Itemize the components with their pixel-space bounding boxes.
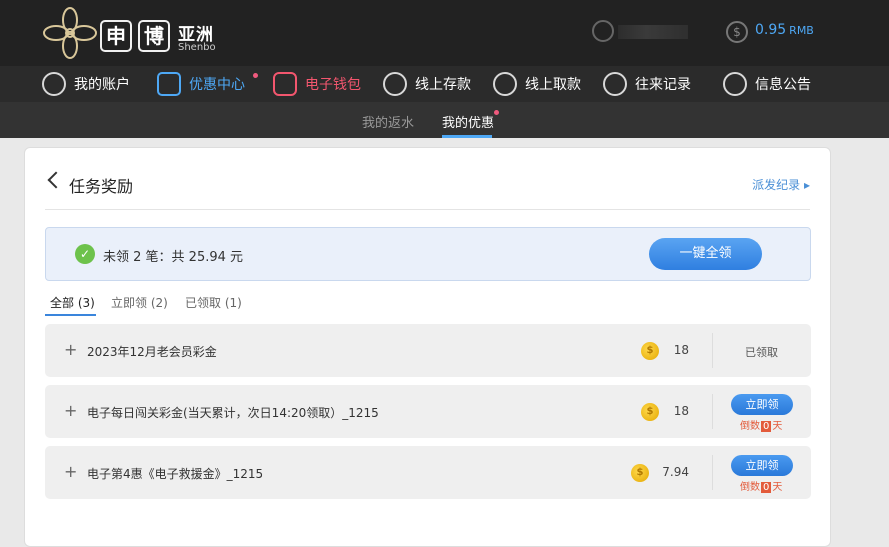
reward-amount: 18 bbox=[673, 343, 689, 357]
records-icon bbox=[603, 72, 627, 96]
divider bbox=[45, 209, 810, 210]
history-link[interactable]: 派发纪录 ▸ bbox=[752, 176, 810, 193]
user-account[interactable] bbox=[592, 20, 692, 44]
top-bar: 申 博 亚洲 Shenbo $ 0.95 RMB bbox=[0, 0, 889, 66]
reward-name: 2023年12月老会员彩金 bbox=[87, 345, 217, 359]
tab-claimable[interactable]: 立即领 (2) bbox=[111, 294, 168, 311]
user-icon bbox=[42, 72, 66, 96]
summary-banner: ✓ 未领 2 笔：共 25.94 元 一键全领 bbox=[45, 227, 811, 281]
tab-rebate[interactable]: 我的返水 bbox=[362, 112, 414, 131]
tab-all[interactable]: 全部 (3) bbox=[50, 294, 95, 311]
notification-dot bbox=[253, 73, 258, 78]
logo-char-1: 申 bbox=[100, 20, 132, 52]
list-item: + 电子第4惠《电子救援金》_1215 $ 7.94 立即领 倒数 0 天 bbox=[45, 446, 811, 499]
nav-label: 往来记录 bbox=[635, 77, 691, 93]
coin-icon: $ bbox=[631, 464, 649, 482]
username-masked bbox=[618, 25, 688, 39]
nav-label: 优惠中心 bbox=[189, 77, 245, 93]
bell-icon bbox=[723, 72, 747, 96]
sub-nav: 我的返水 我的优惠 bbox=[0, 102, 889, 138]
notification-dot bbox=[494, 110, 499, 115]
claim-all-button[interactable]: 一键全领 bbox=[649, 238, 762, 270]
user-icon bbox=[592, 20, 614, 42]
countdown: 倒数 0 天 bbox=[740, 478, 782, 493]
reward-name: 电子第4惠《电子救援金》_1215 bbox=[87, 467, 264, 481]
task-rewards-panel: 任务奖励 派发纪录 ▸ ✓ 未领 2 笔：共 25.94 元 一键全领 全部 (… bbox=[24, 147, 831, 547]
deposit-icon bbox=[383, 72, 407, 96]
reward-amount: 7.94 bbox=[662, 465, 689, 479]
list-item: + 电子每日闯关彩金(当天累计，次日14:20领取）_1215 $ 18 立即领… bbox=[45, 385, 811, 438]
nav-label: 电子钱包 bbox=[305, 77, 361, 93]
nav-label: 线上存款 bbox=[415, 77, 471, 93]
balance-value: 0.95 bbox=[755, 22, 787, 38]
check-icon: ✓ bbox=[75, 244, 95, 264]
main-nav: 我的账户 优惠中心 电子钱包 线上存款 线上取款 往来记录 信息公告 bbox=[0, 66, 889, 102]
countdown-suffix: 天 bbox=[772, 482, 783, 493]
nav-item-announcements[interactable]: 信息公告 bbox=[723, 71, 811, 97]
withdraw-icon bbox=[493, 72, 517, 96]
divider bbox=[712, 394, 713, 429]
summary-text: 未领 2 笔：共 25.94 元 bbox=[103, 250, 244, 265]
expand-icon[interactable]: + bbox=[64, 341, 77, 359]
flower-logo-icon bbox=[43, 7, 97, 59]
logo-en-name: Shenbo bbox=[178, 42, 216, 53]
divider bbox=[712, 455, 713, 490]
divider bbox=[712, 333, 713, 368]
claim-button[interactable]: 立即领 bbox=[731, 455, 793, 476]
nav-label: 线上取款 bbox=[525, 77, 581, 93]
countdown-prefix: 倒数 bbox=[740, 421, 760, 432]
logo[interactable]: 申 博 亚洲 Shenbo bbox=[42, 6, 232, 60]
nav-label: 信息公告 bbox=[755, 77, 811, 93]
logo-char-2: 博 bbox=[138, 20, 170, 52]
countdown-days: 0 bbox=[761, 421, 772, 432]
nav-item-records[interactable]: 往来记录 bbox=[603, 71, 691, 97]
page-title: 任务奖励 bbox=[69, 177, 134, 196]
tab-claimed[interactable]: 已领取 (1) bbox=[185, 294, 242, 311]
nav-item-account[interactable]: 我的账户 bbox=[42, 71, 130, 97]
nav-item-withdraw[interactable]: 线上取款 bbox=[493, 71, 581, 97]
reward-name: 电子每日闯关彩金(当天累计，次日14:20领取）_1215 bbox=[87, 406, 379, 420]
expand-icon[interactable]: + bbox=[64, 402, 77, 420]
coin-icon: $ bbox=[726, 21, 748, 43]
balance-currency: RMB bbox=[789, 24, 814, 37]
list-item: + 2023年12月老会员彩金 $ 18 已领取 bbox=[45, 324, 811, 377]
filter-tabs: 全部 (3) 立即领 (2) 已领取 (1) bbox=[45, 294, 811, 316]
countdown-prefix: 倒数 bbox=[740, 482, 760, 493]
countdown-suffix: 天 bbox=[772, 421, 783, 432]
nav-label: 我的账户 bbox=[74, 77, 130, 93]
balance-display: 0.95 RMB bbox=[755, 22, 814, 38]
back-arrow-icon[interactable] bbox=[47, 171, 65, 189]
countdown-days: 0 bbox=[761, 482, 772, 493]
gift-icon bbox=[157, 72, 181, 96]
wallet-icon bbox=[273, 72, 297, 96]
active-tab-indicator bbox=[45, 314, 96, 316]
nav-item-promotions[interactable]: 优惠中心 bbox=[157, 71, 245, 97]
reward-amount: 18 bbox=[673, 404, 689, 418]
tab-my-promotions[interactable]: 我的优惠 bbox=[442, 112, 494, 131]
expand-icon[interactable]: + bbox=[64, 463, 77, 481]
active-tab-indicator bbox=[442, 135, 492, 138]
nav-item-wallet[interactable]: 电子钱包 bbox=[273, 71, 361, 97]
status-label: 已领取 bbox=[745, 346, 778, 359]
countdown: 倒数 0 天 bbox=[740, 417, 782, 432]
claim-button[interactable]: 立即领 bbox=[731, 394, 793, 415]
nav-item-deposit[interactable]: 线上存款 bbox=[383, 71, 471, 97]
